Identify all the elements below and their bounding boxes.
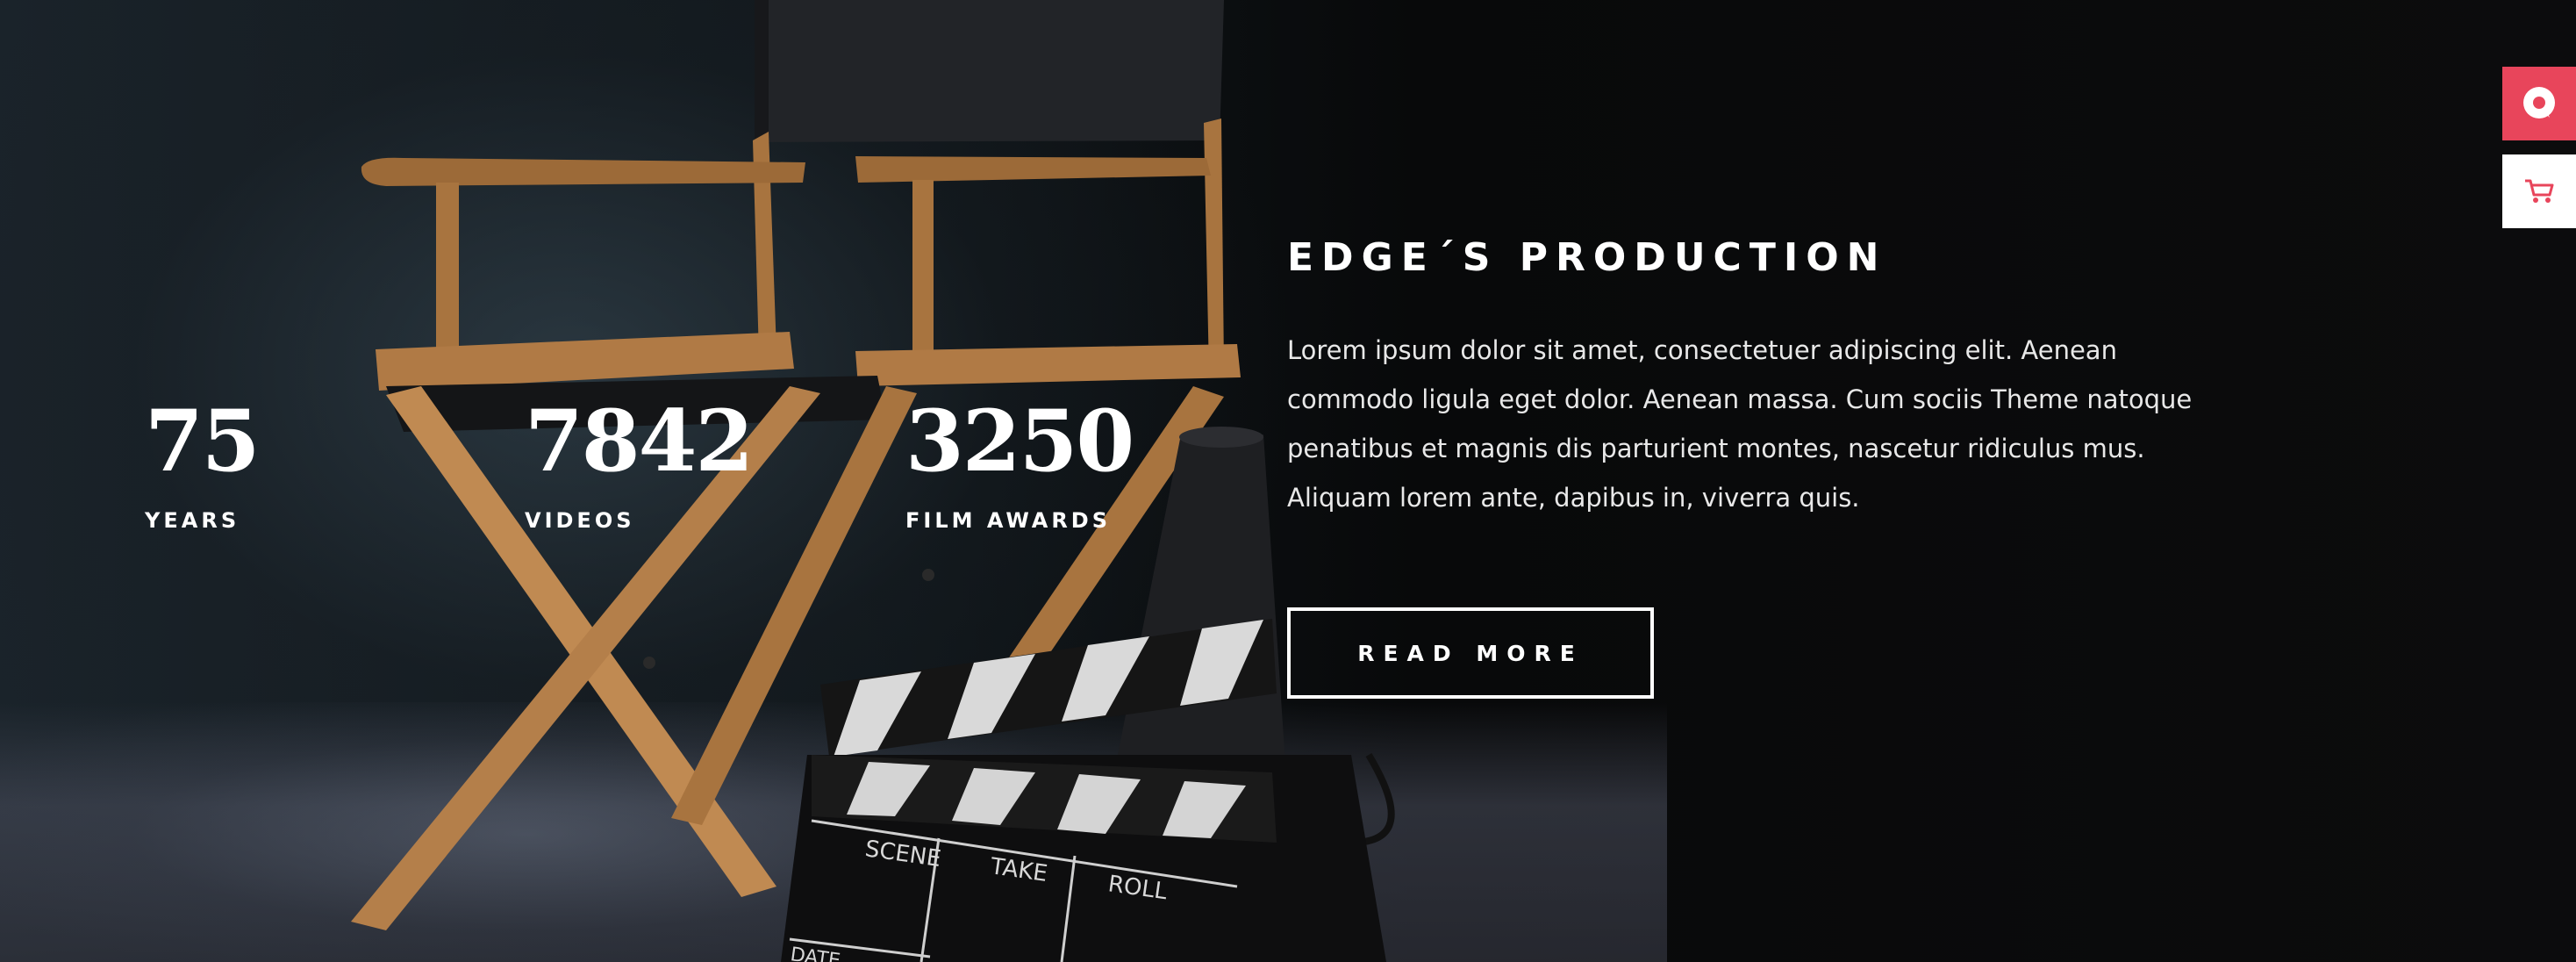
stat-videos: 7842 VIDEOS — [525, 391, 754, 534]
chat-button[interactable] — [2502, 67, 2576, 140]
production-content: EDGE´S PRODUCTION Lorem ipsum dolor sit … — [1287, 235, 2252, 699]
read-more-button[interactable]: READ MORE — [1287, 607, 1654, 699]
chair-post-right — [1204, 118, 1224, 373]
stat-value: 75 — [145, 391, 261, 491]
stat-film-awards: 3250 FILM AWARDS — [905, 391, 1134, 534]
stat-label: VIDEOS — [525, 508, 635, 533]
chair-back-canvas — [755, 0, 1224, 142]
stat-label: YEARS — [145, 508, 240, 533]
chat-bubble-icon — [2523, 87, 2555, 118]
armrest-right — [855, 156, 1211, 183]
hero-section: SCENE TAKE ROLL DATE 75 YEARS 7842 VIDEO… — [0, 0, 2576, 962]
section-title: EDGE´S PRODUCTION — [1287, 235, 1887, 280]
stat-label: FILM AWARDS — [905, 508, 1112, 533]
cart-icon — [2525, 179, 2554, 203]
cart-button[interactable] — [2502, 154, 2576, 228]
stat-value: 7842 — [525, 391, 754, 491]
armrest-left — [361, 157, 805, 186]
section-description: Lorem ipsum dolor sit amet, consectetuer… — [1287, 335, 2193, 513]
stat-years: 75 YEARS — [145, 391, 261, 534]
stat-value: 3250 — [905, 391, 1134, 491]
